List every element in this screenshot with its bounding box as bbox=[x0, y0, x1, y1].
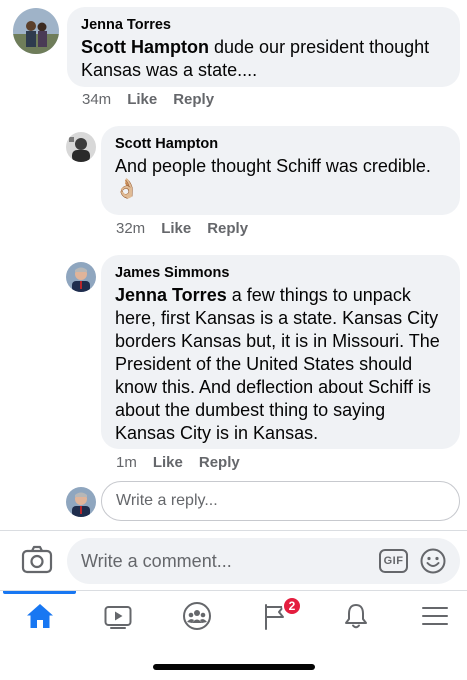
bottom-tab-bar bbox=[0, 591, 467, 643]
mention-link[interactable]: Scott Hampton bbox=[81, 37, 209, 57]
ok-hand-emoji: 👌🏼 bbox=[115, 179, 139, 200]
tab-notifications[interactable] bbox=[326, 591, 386, 641]
current-user-avatar bbox=[66, 487, 96, 517]
reply-button[interactable]: Reply bbox=[173, 91, 214, 108]
comment-meta: 32m Like Reply bbox=[116, 220, 248, 237]
comment-time[interactable]: 34m bbox=[82, 91, 111, 108]
comment-text: And people thought Schiff was credible. bbox=[115, 156, 431, 176]
groups-icon bbox=[183, 602, 211, 630]
menu-icon bbox=[422, 607, 448, 625]
comment-composer: Write a comment... GIF bbox=[0, 531, 467, 591]
notification-badge: 2 bbox=[282, 596, 302, 616]
comment-time[interactable]: 1m bbox=[116, 454, 137, 471]
comment-author[interactable]: Jenna Torres bbox=[81, 16, 446, 34]
home-indicator bbox=[153, 664, 315, 670]
avatar-scott-hampton[interactable] bbox=[66, 132, 96, 162]
notifications-icon bbox=[345, 604, 367, 629]
comment-bubble: Jenna Torres Scott Hampton dude our pres… bbox=[67, 7, 460, 87]
tab-home[interactable] bbox=[10, 591, 70, 641]
comment-text: Scott Hampton dude our president thought… bbox=[81, 37, 430, 80]
comment-author[interactable]: James Simmons bbox=[115, 264, 446, 282]
comment-author[interactable]: Scott Hampton bbox=[115, 135, 446, 153]
reply-button[interactable]: Reply bbox=[207, 220, 248, 237]
tab-watch[interactable] bbox=[88, 591, 148, 641]
mention-link[interactable]: Jenna Torres bbox=[115, 285, 227, 305]
reply-input[interactable]: Write a reply... bbox=[101, 481, 460, 521]
comment-bubble: Scott Hampton And people thought Schiff … bbox=[101, 126, 460, 215]
avatar-jenna-torres[interactable] bbox=[13, 8, 59, 54]
comment-text: Jenna Torres a few things to unpack here… bbox=[115, 285, 440, 443]
tab-groups[interactable] bbox=[167, 591, 227, 641]
like-button[interactable]: Like bbox=[153, 454, 183, 471]
gif-button[interactable]: GIF bbox=[379, 549, 408, 573]
like-button[interactable]: Like bbox=[161, 220, 191, 237]
comment-time[interactable]: 32m bbox=[116, 220, 145, 237]
reply-button[interactable]: Reply bbox=[199, 454, 240, 471]
camera-icon[interactable] bbox=[20, 543, 54, 577]
tab-menu[interactable] bbox=[405, 591, 465, 641]
comment-meta: 1m Like Reply bbox=[116, 454, 240, 471]
avatar-james-simmons[interactable] bbox=[66, 262, 96, 292]
like-button[interactable]: Like bbox=[127, 91, 157, 108]
emoji-icon[interactable] bbox=[420, 548, 446, 574]
watch-icon bbox=[104, 606, 132, 629]
home-icon bbox=[27, 604, 53, 628]
comment-bubble: James Simmons Jenna Torres a few things … bbox=[101, 255, 460, 449]
comment-meta: 34m Like Reply bbox=[82, 91, 214, 108]
